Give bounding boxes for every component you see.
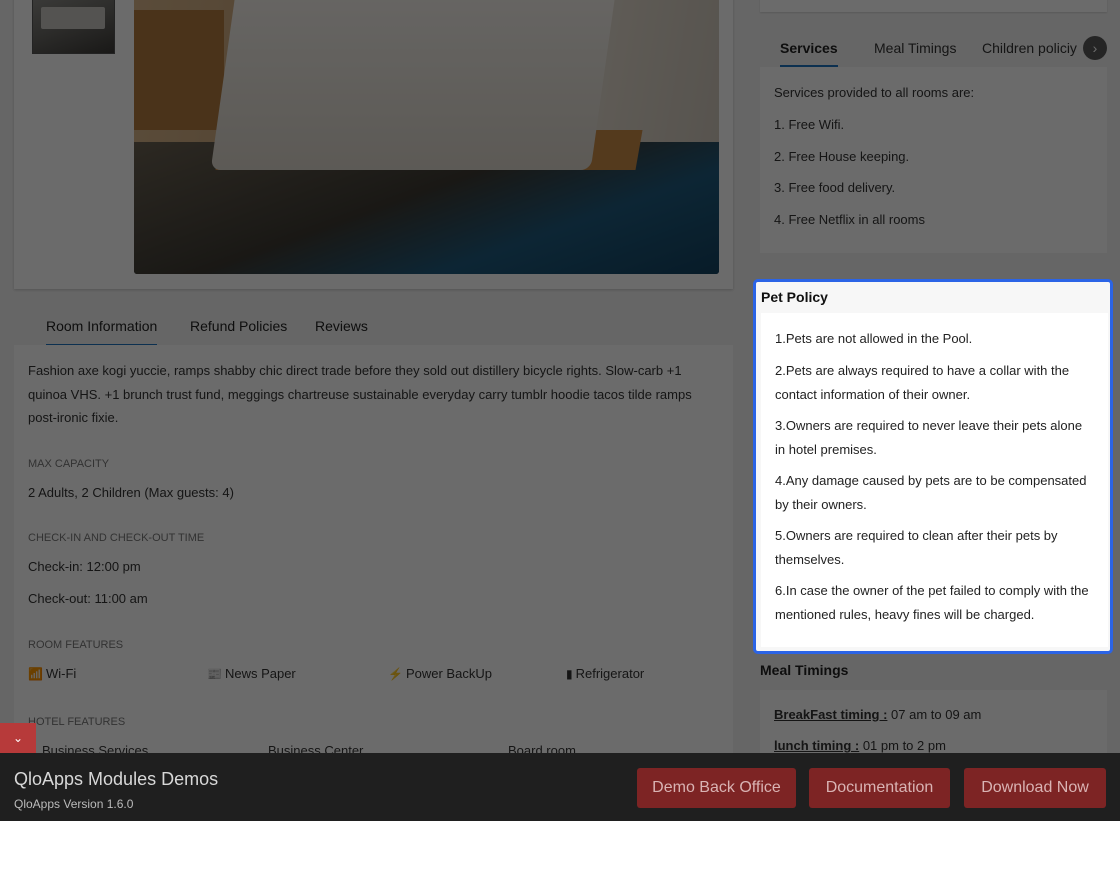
fridge-icon: ▮ xyxy=(566,666,573,681)
service-item: 4. Free Netflix in all rooms xyxy=(774,212,925,227)
lunch-timing: lunch timing : 01 pm to 2 pm xyxy=(774,738,946,753)
pet-policy-title: Pet Policy xyxy=(761,289,828,305)
documentation-button[interactable]: Documentation xyxy=(809,768,950,808)
pet-policy-panel: Pet Policy 1.Pets are not allowed in the… xyxy=(753,279,1113,654)
breakfast-timing: BreakFast timing : 07 am to 09 am xyxy=(774,707,981,722)
checkin-value: Check-in: 12:00 pm xyxy=(28,559,141,574)
breakfast-value: 07 am to 09 am xyxy=(887,707,982,722)
wifi-icon: 📶 xyxy=(28,666,43,681)
pet-policy-item: 4.Any damage caused by pets are to be co… xyxy=(775,473,1087,512)
lunch-value: 01 pm to 2 pm xyxy=(859,738,946,753)
feature-label: Power BackUp xyxy=(405,666,492,681)
pet-policy-item: 1.Pets are not allowed in the Pool. xyxy=(775,331,973,346)
footer-version: QloApps Version 1.6.0 xyxy=(14,797,134,811)
feature-label: News Paper xyxy=(224,666,296,681)
tab-meal-timings[interactable]: Meal Timings xyxy=(874,40,956,56)
booking-card-edge xyxy=(760,0,1107,12)
feature-wifi: 📶 Wi-Fi xyxy=(28,666,76,681)
feature-power-backup: ⚡ Power BackUp xyxy=(388,666,492,681)
max-capacity-label: MAX CAPACITY xyxy=(28,458,110,470)
feature-label: Refrigerator xyxy=(575,666,645,681)
pet-policy-item: 5.Owners are required to clean after the… xyxy=(775,528,1058,567)
tab-room-information[interactable]: Room Information xyxy=(46,318,158,346)
breakfast-label: BreakFast timing : xyxy=(774,707,888,722)
chevron-down-icon[interactable]: ⌄ xyxy=(0,723,36,753)
pet-policy-item: 3.Owners are required to never leave the… xyxy=(775,418,1083,457)
tab-children-policy[interactable]: Children policiy xyxy=(982,40,1077,56)
tab-reviews[interactable]: Reviews xyxy=(315,318,368,334)
service-item: 3. Free food delivery. xyxy=(774,180,896,195)
lunch-label: lunch timing : xyxy=(774,738,860,753)
max-capacity-value: 2 Adults, 2 Children (Max guests: 4) xyxy=(28,485,234,500)
services-panel: Services provided to all rooms are: 1. F… xyxy=(760,67,1107,253)
room-information-panel: Fashion axe kogi yuccie, ramps shabby ch… xyxy=(14,345,733,765)
tab-services[interactable]: Services xyxy=(780,40,838,67)
pet-policy-item: 2.Pets are always required to have a col… xyxy=(775,363,1070,402)
tab-refund-policies[interactable]: Refund Policies xyxy=(190,318,287,334)
services-intro: Services provided to all rooms are: xyxy=(774,85,975,100)
download-now-button[interactable]: Download Now xyxy=(964,768,1106,808)
room-tabs: Room Information Refund Policies Reviews xyxy=(14,308,733,346)
photo-nightstand xyxy=(134,10,224,130)
pet-policy-body: 1.Pets are not allowed in the Pool. 2.Pe… xyxy=(761,313,1108,647)
room-main-photo xyxy=(134,0,719,274)
footer-title: QloApps Modules Demos xyxy=(14,769,219,789)
room-description: Fashion axe kogi yuccie, ramps shabby ch… xyxy=(28,363,692,425)
demo-footer-bar: QloApps Modules Demos QloApps Version 1.… xyxy=(0,753,1120,821)
meal-timings-title: Meal Timings xyxy=(760,662,849,678)
room-image-card xyxy=(14,0,733,289)
feature-label: Wi-Fi xyxy=(45,666,77,681)
checkin-checkout-label: CHECK-IN AND CHECK-OUT TIME xyxy=(28,532,205,544)
service-item: 1. Free Wifi. xyxy=(774,117,845,132)
feature-refrigerator: ▮ Refrigerator xyxy=(566,666,644,681)
newspaper-icon: 📰 xyxy=(207,666,222,681)
feature-newspaper: 📰 News Paper xyxy=(207,666,296,681)
pet-policy-item: 6.In case the owner of the pet failed to… xyxy=(775,583,1089,622)
hotel-features-label: HOTEL FEATURES xyxy=(28,716,126,728)
checkout-value: Check-out: 11:00 am xyxy=(28,591,148,606)
power-icon: ⚡ xyxy=(388,666,403,681)
room-thumbnail[interactable] xyxy=(32,0,115,54)
room-features-label: ROOM FEATURES xyxy=(28,639,124,651)
chevron-right-icon[interactable]: › xyxy=(1083,36,1107,60)
policy-tabs: Services Meal Timings Children policiy › xyxy=(760,30,1107,67)
demo-back-office-button[interactable]: Demo Back Office xyxy=(637,768,796,808)
service-item: 2. Free House keeping. xyxy=(774,149,910,164)
photo-bed xyxy=(210,0,618,170)
room-page: Room Information Refund Policies Reviews… xyxy=(0,0,1120,821)
